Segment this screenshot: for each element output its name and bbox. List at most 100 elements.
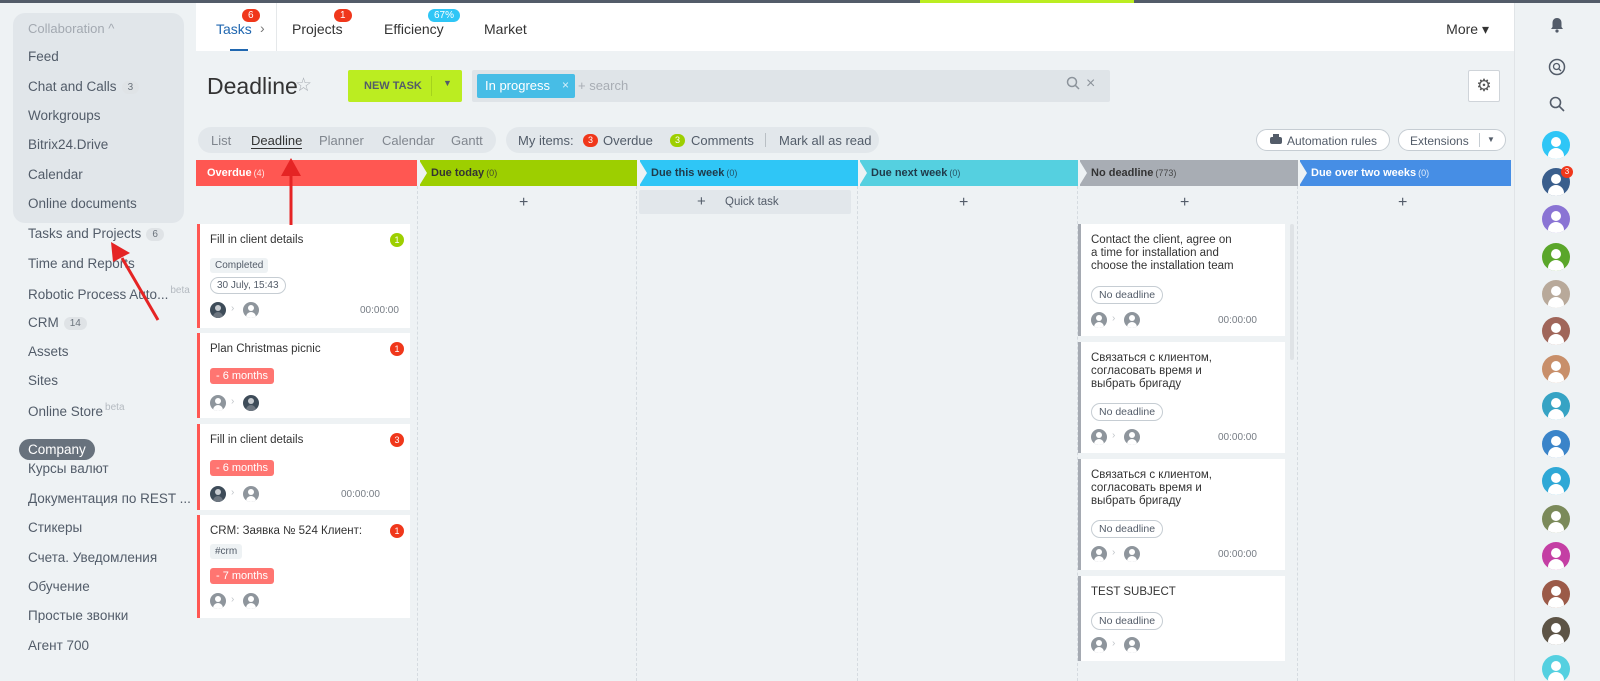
- menu-item-chat[interactable]: Chat and Calls 3: [28, 79, 140, 94]
- responsible-avatar[interactable]: [1124, 546, 1140, 562]
- bell-icon[interactable]: [1543, 11, 1571, 39]
- menu-item-stickers[interactable]: Стикеры: [28, 520, 82, 535]
- automation-rules-button[interactable]: Automation rules: [1256, 129, 1390, 151]
- mark-all-read-link[interactable]: Mark all as read: [779, 133, 871, 148]
- announcement-avatar[interactable]: [1542, 467, 1570, 495]
- task-title[interactable]: Contact the client, agree on a time for i…: [1091, 234, 1234, 273]
- menu-item-assets[interactable]: Assets: [28, 344, 69, 359]
- creator-avatar[interactable]: [1091, 429, 1107, 445]
- contact-avatar[interactable]: [1542, 317, 1570, 345]
- task-card[interactable]: Связаться с клиентом, согласовать время и…: [1078, 342, 1285, 453]
- menu-item-company[interactable]: Company: [19, 439, 95, 460]
- contact-avatar[interactable]: [1542, 505, 1570, 533]
- menu-item-drive[interactable]: Bitrix24.Drive: [28, 137, 108, 152]
- dropdown-arrow-icon[interactable]: ▼: [443, 78, 452, 88]
- task-title[interactable]: Plan Christmas picnic: [210, 343, 321, 356]
- crm-tag[interactable]: #crm: [210, 544, 243, 559]
- instagram-avatar[interactable]: [1542, 542, 1570, 570]
- filter-chip[interactable]: In progress ×: [477, 74, 575, 98]
- column-header-due-next-week[interactable]: Due next week (0): [859, 160, 1078, 186]
- contact-avatar[interactable]: [1542, 131, 1570, 159]
- overdue-badge[interactable]: - 7 months: [210, 568, 274, 584]
- deadline-date[interactable]: 30 July, 15:43: [210, 277, 286, 294]
- group-chat-avatar[interactable]: [1542, 430, 1570, 458]
- quick-task-button[interactable]: + Quick task: [639, 190, 851, 214]
- task-card[interactable]: CRM: Заявка № 524 Клиент: 1 #crm - 7 mon…: [197, 515, 410, 618]
- no-deadline-tag[interactable]: No deadline: [1091, 612, 1164, 630]
- menu-item-feed[interactable]: Feed: [28, 49, 59, 64]
- creator-avatar[interactable]: [210, 395, 226, 411]
- search-filter[interactable]: In progress × + search ×: [472, 70, 1110, 102]
- responsible-avatar[interactable]: [1124, 312, 1140, 328]
- new-task-button[interactable]: NEW TASK ▼: [348, 70, 462, 102]
- add-task-plus-icon[interactable]: +: [959, 194, 968, 212]
- tab-efficiency[interactable]: Efficiency 67%: [384, 9, 461, 37]
- chat-search-icon[interactable]: [1543, 53, 1571, 81]
- task-card[interactable]: Fill in client details 1 Completed 30 Ju…: [197, 224, 410, 328]
- search-input[interactable]: + search: [578, 78, 628, 93]
- more-menu[interactable]: More ▾: [1446, 21, 1489, 38]
- menu-item-rpa[interactable]: Robotic Process Auto... beta: [28, 285, 190, 302]
- no-deadline-tag[interactable]: No deadline: [1091, 286, 1164, 304]
- creator-avatar[interactable]: [210, 593, 226, 609]
- contact-avatar[interactable]: [1542, 243, 1570, 271]
- view-list[interactable]: List: [211, 133, 231, 148]
- responsible-avatar[interactable]: [243, 486, 259, 502]
- responsible-avatar[interactable]: [243, 593, 259, 609]
- task-card[interactable]: TEST SUBJECT No deadline ›: [1078, 576, 1285, 661]
- menu-item-training[interactable]: Обучение: [28, 579, 90, 594]
- column-header-overdue[interactable]: Overdue (4): [196, 160, 417, 186]
- task-card[interactable]: Plan Christmas picnic 1 - 6 months ›: [197, 333, 410, 418]
- search-icon[interactable]: [1543, 90, 1571, 118]
- task-title[interactable]: Fill in client details: [210, 434, 303, 447]
- menu-item-crm[interactable]: CRM 14: [28, 315, 87, 330]
- contact-avatar[interactable]: [1542, 392, 1570, 420]
- contact-avatar[interactable]: [1542, 355, 1570, 383]
- column-scrollbar[interactable]: [1290, 224, 1294, 360]
- no-deadline-tag[interactable]: No deadline: [1091, 403, 1164, 421]
- task-title[interactable]: Связаться с клиентом, согласовать время и…: [1091, 352, 1212, 391]
- task-card[interactable]: Fill in client details 3 - 6 months › 00…: [197, 424, 410, 510]
- column-header-due-today[interactable]: Due today (0): [419, 160, 637, 186]
- add-task-plus-icon[interactable]: +: [519, 194, 528, 212]
- contact-avatar[interactable]: [1542, 617, 1570, 645]
- close-icon[interactable]: ×: [562, 78, 569, 92]
- dropdown-arrow-icon[interactable]: ▼: [1487, 135, 1495, 144]
- view-calendar[interactable]: Calendar: [382, 133, 435, 148]
- gear-icon[interactable]: ⚙: [1468, 70, 1500, 102]
- task-card[interactable]: Contact the client, agree on a time for i…: [1078, 224, 1285, 336]
- menu-item-invoices[interactable]: Счета. Уведомления: [28, 550, 157, 565]
- tab-market[interactable]: Market: [484, 21, 527, 37]
- menu-item-online-documents[interactable]: Online documents: [28, 196, 137, 211]
- task-title[interactable]: Fill in client details: [210, 234, 303, 247]
- extensions-button[interactable]: Extensions ▼: [1398, 129, 1506, 151]
- menu-item-online-store[interactable]: Online Store beta: [28, 402, 125, 419]
- contact-avatar[interactable]: [1542, 655, 1570, 681]
- overdue-badge[interactable]: - 6 months: [210, 460, 274, 476]
- menu-item-rest-docs[interactable]: Документация по REST ...: [28, 491, 191, 506]
- no-deadline-tag[interactable]: No deadline: [1091, 520, 1164, 538]
- add-task-plus-icon[interactable]: +: [1180, 194, 1189, 212]
- tab-projects[interactable]: Projects 1: [292, 9, 352, 37]
- overdue-filter[interactable]: Overdue: [603, 133, 653, 148]
- responsible-avatar[interactable]: [1124, 637, 1140, 653]
- responsible-avatar[interactable]: [243, 302, 259, 318]
- contact-avatar[interactable]: [1542, 580, 1570, 608]
- task-card[interactable]: Связаться с клиентом, согласовать время и…: [1078, 459, 1285, 570]
- creator-avatar[interactable]: [210, 302, 226, 318]
- creator-avatar[interactable]: [210, 486, 226, 502]
- creator-avatar[interactable]: [1091, 312, 1107, 328]
- responsible-avatar[interactable]: [1124, 429, 1140, 445]
- column-header-due-over-two-weeks[interactable]: Due over two weeks (0): [1299, 160, 1511, 186]
- menu-item-sites[interactable]: Sites: [28, 373, 58, 388]
- creator-avatar[interactable]: [1091, 637, 1107, 653]
- menu-item-workgroups[interactable]: Workgroups: [28, 108, 101, 123]
- menu-item-calendar[interactable]: Calendar: [28, 167, 83, 182]
- add-task-plus-icon[interactable]: +: [1398, 194, 1407, 212]
- view-planner[interactable]: Planner: [319, 133, 364, 148]
- menu-item-currency[interactable]: Курсы валют: [28, 461, 109, 476]
- clear-icon[interactable]: ×: [1086, 75, 1095, 93]
- task-title[interactable]: Связаться с клиентом, согласовать время и…: [1091, 469, 1212, 508]
- star-icon[interactable]: ☆: [295, 74, 312, 97]
- collaboration-group-title[interactable]: Collaboration ^: [28, 21, 114, 36]
